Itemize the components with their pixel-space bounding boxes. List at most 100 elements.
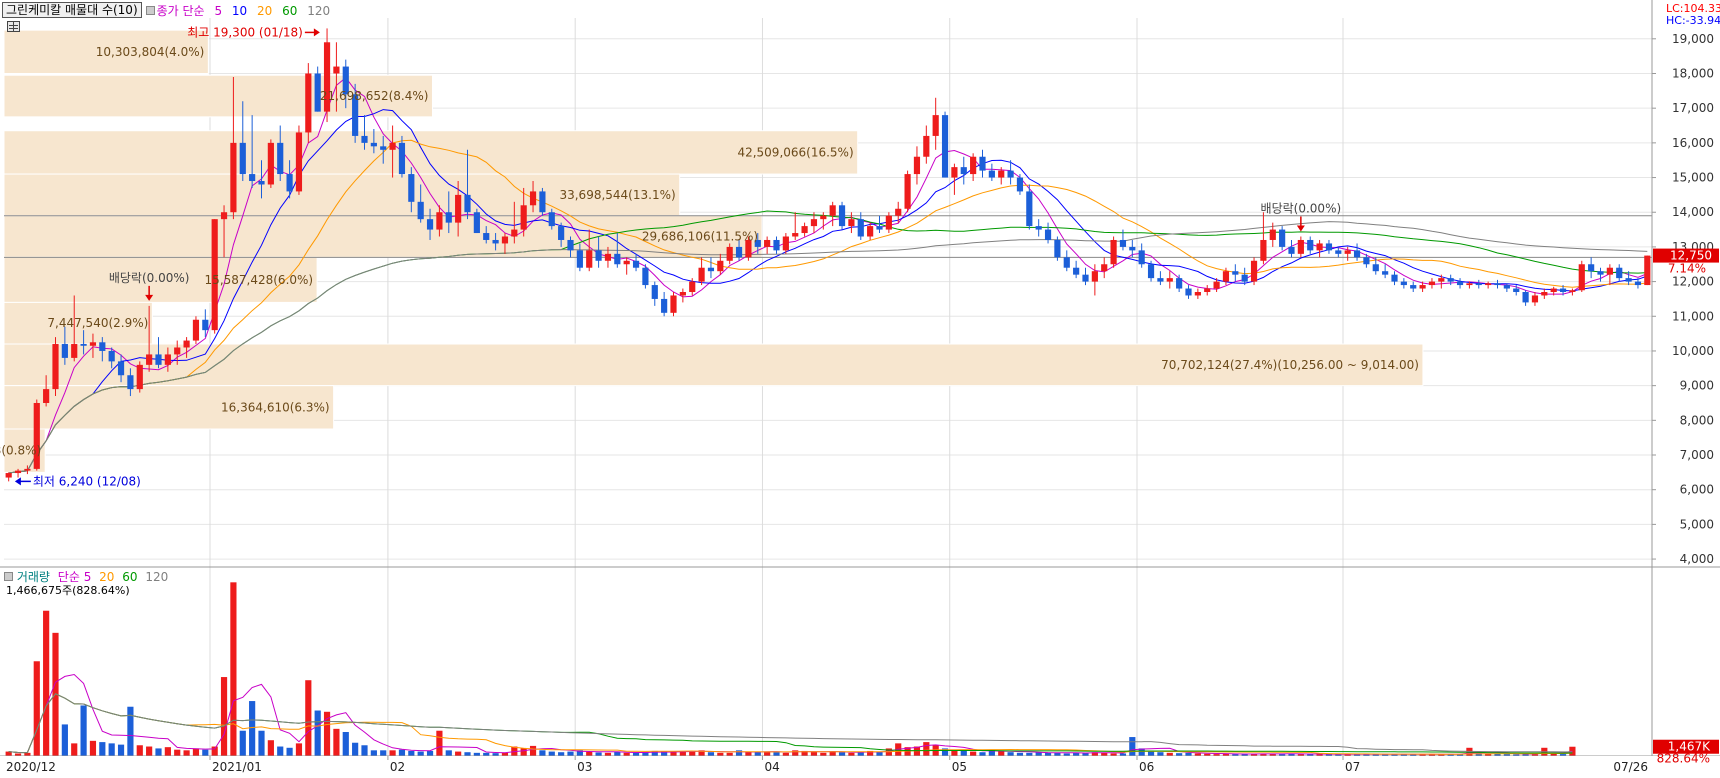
- candle-body: [1194, 292, 1201, 296]
- candle-body: [604, 253, 612, 261]
- y-tick-label: 18,000: [1672, 66, 1714, 80]
- y-tick-label: 8,000: [1680, 413, 1714, 427]
- candle-body: [127, 375, 134, 390]
- candle-body: [146, 354, 153, 365]
- candle-body: [1438, 278, 1445, 282]
- candle-body: [1325, 243, 1333, 251]
- candle-body: [867, 226, 874, 237]
- candle-body: [979, 156, 986, 171]
- candle-body: [220, 212, 228, 220]
- candle: [1279, 226, 1286, 251]
- candle-body: [155, 354, 162, 365]
- y-tick-label: 9,000: [1680, 379, 1714, 393]
- volume-profile-label: 15,587,428(6.0%): [205, 273, 314, 287]
- volume-bar: [1129, 737, 1136, 756]
- volume-bar: [389, 750, 396, 756]
- candle-body: [1101, 264, 1108, 272]
- candle-body: [1606, 267, 1613, 275]
- candle-body: [333, 66, 340, 74]
- candle-body: [838, 205, 846, 227]
- volume-bar: [707, 752, 715, 756]
- candle-body: [801, 226, 808, 234]
- stock-chart-canvas[interactable]: 19,00018,00017,00016,00015,00014,00013,0…: [0, 0, 1720, 778]
- candle: [136, 361, 143, 393]
- y-tick-label: 10,000: [1672, 344, 1714, 358]
- legend-box-icon: [145, 5, 155, 15]
- candle-body: [1082, 274, 1089, 282]
- candle-body: [136, 364, 143, 390]
- table-icon[interactable]: [7, 21, 20, 32]
- volume-bar: [408, 750, 415, 756]
- volume-bar: [773, 752, 780, 756]
- candle-body: [1644, 255, 1651, 286]
- candle-body: [492, 239, 499, 244]
- volume-profile-label: 21,698,652(8.4%): [320, 89, 429, 103]
- candle-body: [670, 295, 677, 313]
- candle-body: [876, 226, 883, 230]
- volume-bar: [595, 752, 602, 756]
- volume-bar: [333, 728, 340, 756]
- candle-body: [89, 342, 97, 346]
- candle-body: [33, 402, 40, 469]
- candle-body: [71, 344, 78, 358]
- candle-body: [108, 350, 115, 362]
- volume-bar: [436, 730, 443, 756]
- volume-bar: [136, 745, 143, 756]
- candle-body: [501, 236, 509, 244]
- candle-body: [1485, 283, 1492, 286]
- volume-bar: [455, 751, 462, 756]
- legend-ma120: 120: [307, 3, 331, 18]
- volume-bar: [970, 751, 977, 756]
- candle-body: [820, 215, 827, 220]
- high-annotation: 최고 19,300 (01/18): [187, 25, 303, 39]
- price-header: 그린케미칼 매물대 수(10) 종가 단순 5 10 20 60 120: [0, 2, 330, 18]
- y-tick-label: 6,000: [1680, 483, 1714, 497]
- legend-ma5: 5: [214, 3, 223, 18]
- candle: [1250, 257, 1258, 286]
- candle-body: [1026, 191, 1033, 227]
- x-tick-label: 02: [390, 760, 405, 774]
- candle-body: [1494, 283, 1501, 286]
- chart-title[interactable]: 그린케미칼 매물대 수(10): [2, 2, 142, 18]
- candle-body: [1382, 271, 1389, 275]
- candle-body: [24, 468, 31, 471]
- change-pct-label: 7.14%: [1668, 262, 1706, 276]
- candle: [267, 139, 274, 188]
- x-tick-label: 06: [1139, 760, 1154, 774]
- volume-bar: [923, 742, 930, 756]
- volume-bar: [586, 751, 593, 756]
- candle-body: [117, 361, 125, 376]
- candle-body: [1335, 250, 1342, 254]
- volume-bar: [80, 705, 87, 756]
- volume-bar: [61, 724, 68, 756]
- candle-body: [1250, 260, 1258, 282]
- candle-body: [1073, 267, 1080, 275]
- candle-body: [1054, 239, 1061, 258]
- candle-body: [1016, 177, 1024, 192]
- candle: [33, 399, 40, 471]
- y-tick-label: 17,000: [1672, 101, 1714, 115]
- volume-bar: [342, 732, 349, 756]
- volume-bar: [295, 743, 303, 756]
- candle-body: [1307, 239, 1314, 251]
- candle-body: [988, 170, 995, 178]
- volume-bar: [539, 750, 546, 756]
- candle-body: [1503, 285, 1510, 289]
- candle-body: [1597, 271, 1604, 275]
- candle: [539, 187, 546, 216]
- candle: [305, 63, 312, 143]
- candle-body: [445, 212, 452, 223]
- candle-body: [829, 205, 836, 216]
- volume-bar: [127, 706, 134, 756]
- price-ma-legend[interactable]: 종가 단순 5 10 20 60 120: [155, 2, 331, 19]
- candle-body: [1569, 290, 1576, 292]
- candle-body: [726, 246, 733, 261]
- volume-bar: [838, 752, 846, 756]
- candle-body: [623, 260, 630, 265]
- candle-body: [1559, 288, 1567, 292]
- current-price-label: 12,750: [1670, 249, 1712, 263]
- legend-ma20: 20: [257, 3, 273, 18]
- candle-body: [305, 73, 312, 133]
- x-tick-label: 2020/12: [6, 760, 56, 774]
- candle-body: [1372, 264, 1379, 272]
